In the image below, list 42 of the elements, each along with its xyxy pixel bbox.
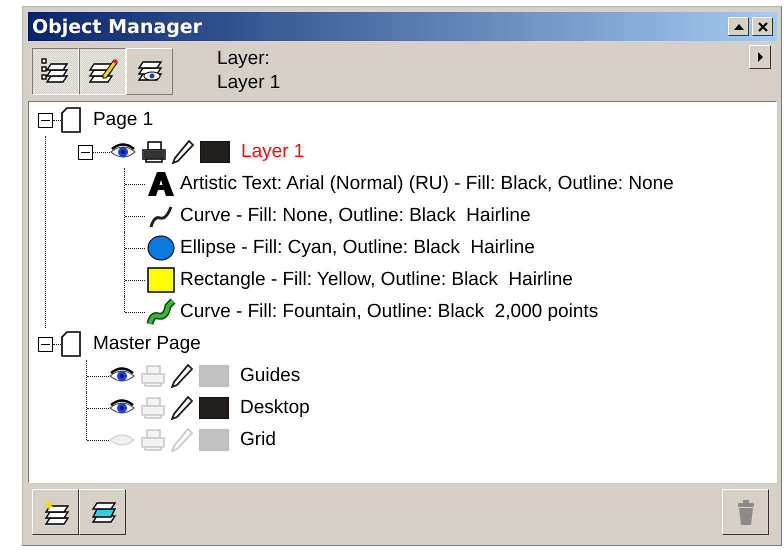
triangle-right-icon xyxy=(756,51,764,63)
close-button[interactable] xyxy=(752,17,773,36)
object-label[interactable]: Artistic Text: Arial (Normal) (RU) - Fill: Black, Outline: None xyxy=(180,173,674,195)
current-layer-name: Layer 1 xyxy=(217,71,280,95)
curve-icon xyxy=(146,298,176,326)
object-label[interactable]: Rectangle - Fill: Yellow, Outline: Black Hairline xyxy=(180,269,573,291)
object-label[interactable]: Ellipse - Fill: Cyan, Outline: Black Hairline xyxy=(180,237,535,259)
delete-button[interactable] xyxy=(722,489,769,535)
layer-color-swatch[interactable] xyxy=(199,365,229,387)
page-icon xyxy=(61,107,81,133)
ellipse-icon xyxy=(146,234,176,262)
collapse-icon[interactable] xyxy=(38,336,53,352)
layer-label[interactable]: Layer 1 xyxy=(241,141,304,163)
layer-label[interactable]: Desktop xyxy=(240,397,310,419)
printer-icon[interactable] xyxy=(141,141,167,163)
object-label[interactable]: Curve - Fill: None, Outline: Black Hairline xyxy=(180,205,531,227)
rectangle-icon xyxy=(146,266,176,294)
collapse-icon[interactable] xyxy=(38,112,53,128)
page-label[interactable]: Page 1 xyxy=(93,109,154,131)
layer-color-swatch[interactable] xyxy=(199,397,229,419)
pencil-icon[interactable] xyxy=(171,396,193,420)
object-label[interactable]: Curve - Fill: Fountain, Outline: Black 2,000 points xyxy=(180,301,598,323)
collapse-icon[interactable] xyxy=(78,144,93,160)
roll-up-button[interactable] xyxy=(728,17,749,36)
flyout-button[interactable] xyxy=(749,45,771,69)
layer-color-swatch[interactable] xyxy=(200,141,230,163)
page-label[interactable]: Master Page xyxy=(93,333,201,355)
pencil-icon[interactable] xyxy=(172,140,194,164)
toolbar-toggle-button[interactable] xyxy=(79,48,126,94)
layer-color-swatch[interactable] xyxy=(199,429,229,451)
close-icon xyxy=(756,22,768,32)
layer-label[interactable]: Grid xyxy=(240,429,276,451)
page-icon xyxy=(61,331,81,357)
text-tool-icon xyxy=(146,170,176,198)
new-layer-button[interactable] xyxy=(32,489,79,535)
toolbar-toggle-button[interactable] xyxy=(32,48,79,94)
layer-label[interactable]: Guides xyxy=(240,365,300,387)
triangle-up-icon xyxy=(732,22,744,32)
new-master-layer-button[interactable] xyxy=(79,489,126,535)
window-title: Object Manager xyxy=(32,16,202,38)
layer-caption: Layer: xyxy=(217,47,271,71)
pencil-icon[interactable] xyxy=(171,364,193,388)
